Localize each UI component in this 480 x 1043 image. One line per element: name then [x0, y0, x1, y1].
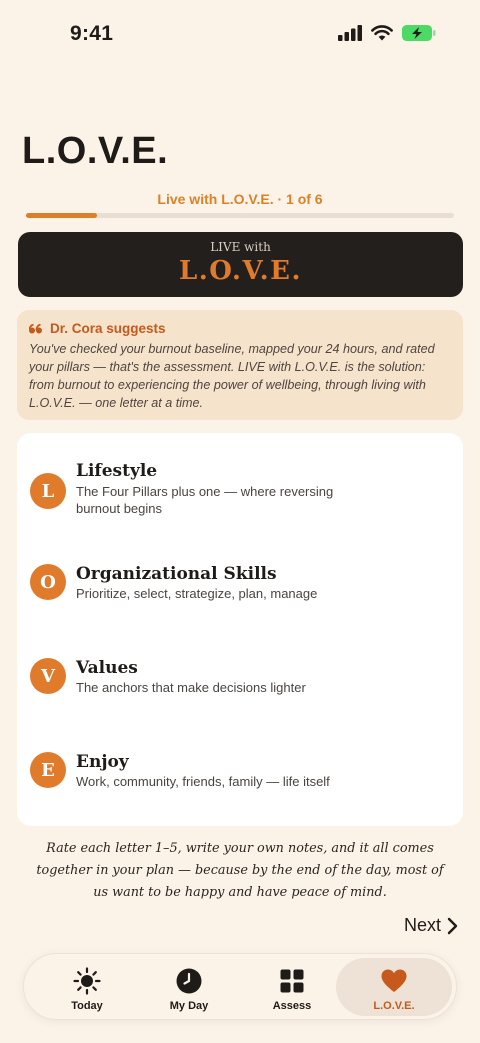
letter-subtitle: Work, community, friends, family — life … [76, 774, 330, 789]
page-title: L.O.V.E. [22, 130, 169, 172]
letter-badge: L [30, 473, 66, 509]
tab-assess[interactable]: Assess [239, 958, 345, 1016]
suggestion-text: You've checked your burnout baseline, ma… [29, 342, 435, 410]
letter-badge: E [30, 752, 66, 788]
letter-subtitle: The Four Pillars plus one — where revers… [76, 484, 334, 516]
suggestion-author: Dr. Cora suggests [50, 321, 166, 336]
love-screen: 9:41 L.O.V.E. Live with L.O.V.E. · 1 of … [0, 0, 480, 1043]
tab-today[interactable]: Today [34, 958, 140, 1016]
next-label: Next [403, 915, 441, 935]
signal-icon [338, 25, 362, 41]
status-time: 9:41 [70, 22, 114, 45]
progress-label: Live with L.O.V.E. · 1 of 6 [157, 191, 323, 207]
letter-badge: O [30, 564, 66, 600]
letter-title: Values [76, 658, 138, 678]
love-banner: LIVE with L.O.V.E. [18, 232, 463, 297]
tab-love[interactable]: L.O.V.E. [336, 958, 452, 1016]
letter-title: Lifestyle [76, 461, 158, 481]
tab-label: Today [71, 1000, 103, 1012]
status-icons [338, 25, 436, 41]
suggestion-card: Dr. Cora suggests You've checked your bu… [17, 310, 463, 420]
tab-label: L.O.V.E. [373, 1000, 415, 1012]
progress-fill [26, 213, 98, 218]
next-button[interactable]: Next [404, 915, 458, 936]
letter-badge: V [30, 658, 66, 694]
tab-label: My Day [169, 1000, 209, 1012]
suggestion-header: Dr. Cora suggests [29, 321, 451, 336]
tab-my-day[interactable]: My Day [136, 958, 242, 1016]
banner-title: L.O.V.E. [178, 256, 303, 286]
status-bar: 9:41 [0, 0, 480, 70]
letter-title: Organizational Skills [76, 564, 277, 584]
battery-charging-icon [402, 25, 436, 41]
quote-icon [29, 323, 42, 333]
sun-icon [73, 967, 101, 995]
banner-subtitle: LIVE with [210, 240, 271, 254]
tab-bar: Today My Day Assess L.O.V.E. [23, 953, 457, 1020]
grid-icon [280, 969, 304, 993]
tab-label: Assess [272, 1000, 312, 1012]
love-letters-card: L Lifestyle The Four Pillars plus one — … [17, 433, 463, 826]
clock-icon [176, 968, 202, 994]
wifi-icon [371, 25, 393, 41]
progress-track [26, 213, 454, 218]
chevron-right-icon [447, 917, 458, 934]
heart-icon [381, 969, 407, 992]
footer-note: Rate each letter 1–5, write your own not… [36, 841, 444, 900]
letter-subtitle: Prioritize, select, strategize, plan, ma… [76, 586, 318, 601]
letter-title: Enjoy [76, 752, 129, 772]
letter-subtitle: The anchors that make decisions lighter [76, 680, 306, 695]
